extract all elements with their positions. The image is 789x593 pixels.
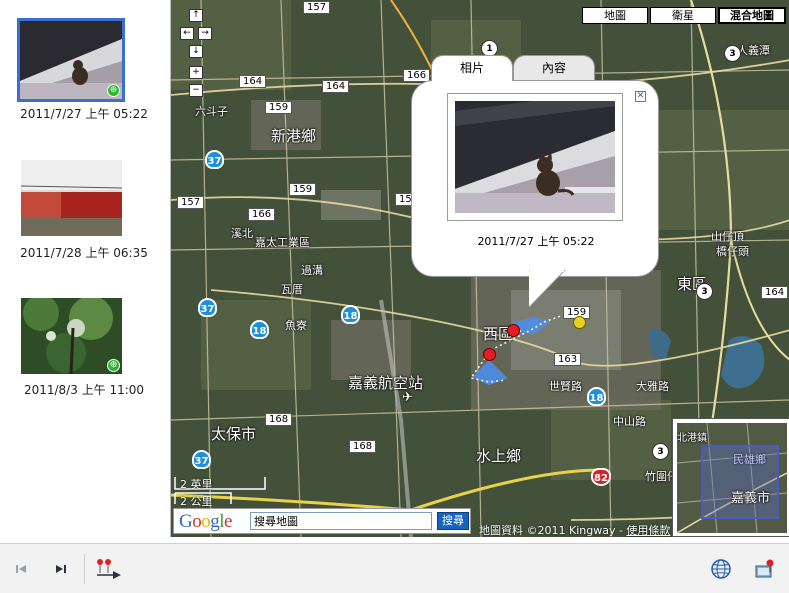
globe-icon (711, 559, 731, 579)
photo-marker-yellow[interactable] (573, 316, 586, 329)
close-icon[interactable]: ✕ (635, 91, 646, 102)
skip-previous-icon (16, 565, 26, 573)
map-label-yuliao: 魚寮 (285, 319, 307, 332)
show-route-button[interactable] (94, 558, 124, 580)
map-label-shuishang: 水上鄉 (476, 447, 522, 465)
scale-km-label: 2 公里 (180, 495, 213, 508)
photo-caption: 2011/8/3 上午 11:00 (23, 383, 145, 397)
map-view[interactable]: 新港鄉 嘉義航空站 太保市 水上鄉 東區 西區 溪北 嘉太工業區 過溝 瓦厝 魚… (170, 0, 789, 537)
map-label-wali: 瓦厝 (281, 283, 303, 296)
overview-viewport-rect[interactable] (701, 445, 779, 519)
map-copyright: 地圖資料 ©2011 Kingway - 使用條款 (479, 522, 670, 537)
zoom-out-button[interactable]: − (189, 84, 203, 97)
pan-up-button[interactable]: ↑ (189, 9, 203, 22)
map-search-bar: Google 搜尋 (173, 508, 471, 534)
overview-label-beigang: 北港鎮 (677, 433, 707, 444)
photo-sidebar: ⊕ 2011/7/27 上午 05:22 2011/7/28 上午 06:35 (0, 0, 168, 543)
national-road-shield: 3 (696, 283, 713, 300)
map-label-shanzi: 山仔頂 (711, 230, 744, 243)
photo-thumbnail-selected[interactable]: ⊕ (17, 18, 125, 102)
map-search-button[interactable]: 搜尋 (437, 512, 469, 530)
photo-pin-icon (755, 559, 774, 578)
map-label-dagao: 大雅路 (636, 380, 669, 393)
map-label-qiaozi: 橋仔頭 (716, 245, 749, 258)
photo-thumbnail[interactable] (21, 160, 122, 236)
map-label-renyi: 人義潭 (737, 44, 770, 57)
pan-left-button[interactable]: ← (180, 27, 194, 40)
map-type-satellite-button[interactable]: 衛星 (650, 7, 716, 24)
open-in-earth-button[interactable] (710, 558, 732, 580)
map-label-guotan: 過溝 (301, 264, 323, 277)
tab-content[interactable]: 內容 (513, 55, 595, 81)
road-shield: 164 (239, 75, 267, 88)
info-window: 相片 內容 ✕ 2011/7/27 上午 05:22 (411, 55, 659, 309)
info-window-pointer (529, 270, 566, 309)
geotag-badge-icon: ⊕ (107, 84, 120, 97)
road-shield: 164 (761, 286, 789, 299)
airport-icon: ✈ (402, 390, 413, 405)
photo-marker-red[interactable] (483, 348, 496, 361)
info-window-caption: 2011/7/27 上午 05:22 (477, 235, 595, 248)
scale-miles-label: 2 英里 (180, 478, 213, 491)
road-shield: 168 (349, 440, 377, 453)
app-window: ⊕ 2011/7/27 上午 05:22 2011/7/28 上午 06:35 (0, 0, 789, 593)
info-window-body: ✕ 2011/7/27 上午 05:22 (411, 80, 659, 277)
road-shield: 159 (265, 101, 293, 114)
highway-shield: 18 (250, 320, 269, 339)
last-photo-button[interactable] (50, 558, 72, 580)
national-road-shield: 3 (652, 443, 669, 460)
highway-shield: 37 (205, 150, 224, 169)
highway-shield: 18 (341, 305, 360, 324)
road-shield: 164 (322, 80, 350, 93)
provincial-road-shield: 82 (591, 468, 611, 486)
map-scale: 2 英里 2 公里 (174, 476, 266, 508)
first-photo-button[interactable] (10, 558, 32, 580)
photo-thumbnail[interactable]: ⊕ (21, 298, 122, 374)
overview-map-view: 北港鎮 民雄鄉 嘉義市 (677, 423, 787, 533)
terms-of-use-link[interactable]: 使用條款 (626, 524, 670, 537)
photo-caption: 2011/7/28 上午 06:35 (20, 246, 148, 260)
map-search-input[interactable] (250, 512, 432, 530)
info-window-photo[interactable] (455, 101, 615, 213)
train-photo-thumbnail (21, 160, 122, 236)
map-label-xilun: 溪北 (231, 227, 253, 240)
map-type-switcher: 地圖 衛星 混合地圖 (580, 7, 786, 24)
toolbar-divider (84, 554, 85, 584)
road-shield: 168 (265, 413, 293, 426)
map-type-map-button[interactable]: 地圖 (582, 7, 648, 24)
road-shield: 159 (289, 183, 317, 196)
overview-map[interactable]: 北港鎮 民雄鄉 嘉義市 (672, 418, 789, 537)
map-label-zhongshan: 中山路 (613, 415, 646, 428)
road-shield: 157 (177, 196, 205, 209)
map-label-shijie: 世賢路 (549, 380, 582, 393)
road-shield: 163 (554, 353, 582, 366)
copyright-text: 地圖資料 ©2011 Kingway - (479, 524, 627, 537)
highway-shield: 37 (198, 298, 217, 317)
google-logo: Google (179, 511, 232, 532)
map-label-jiataigong: 嘉太工業區 (255, 236, 310, 249)
skip-next-icon (56, 565, 66, 573)
info-window-photo-frame (447, 93, 623, 221)
route-pins-icon (97, 559, 121, 579)
geotag-photo-button[interactable] (754, 558, 776, 580)
zoom-in-button[interactable]: + (189, 66, 203, 79)
cat-photo-large (455, 101, 615, 213)
highway-shield: 37 (192, 450, 211, 469)
photo-marker-red[interactable] (507, 324, 520, 337)
map-type-hybrid-button[interactable]: 混合地圖 (718, 7, 786, 24)
road-shield: 157 (303, 1, 331, 14)
overview-label-jiayi: 嘉義市 (731, 491, 771, 506)
geotag-badge-icon: ⊕ (107, 359, 120, 372)
road-shield: 166 (248, 208, 276, 221)
bottom-toolbar (0, 543, 789, 593)
highway-shield: 18 (587, 387, 606, 406)
map-label-xingang: 新港鄉 (271, 127, 317, 145)
pan-down-button[interactable]: ↓ (189, 45, 203, 58)
map-label-liuzi: 六斗子 (195, 105, 228, 118)
pan-right-button[interactable]: → (198, 27, 212, 40)
tab-photo[interactable]: 相片 (431, 55, 513, 81)
photo-caption: 2011/7/27 上午 05:22 (20, 107, 148, 121)
map-label-taibao: 太保市 (211, 425, 257, 443)
national-road-shield: 3 (724, 45, 741, 62)
